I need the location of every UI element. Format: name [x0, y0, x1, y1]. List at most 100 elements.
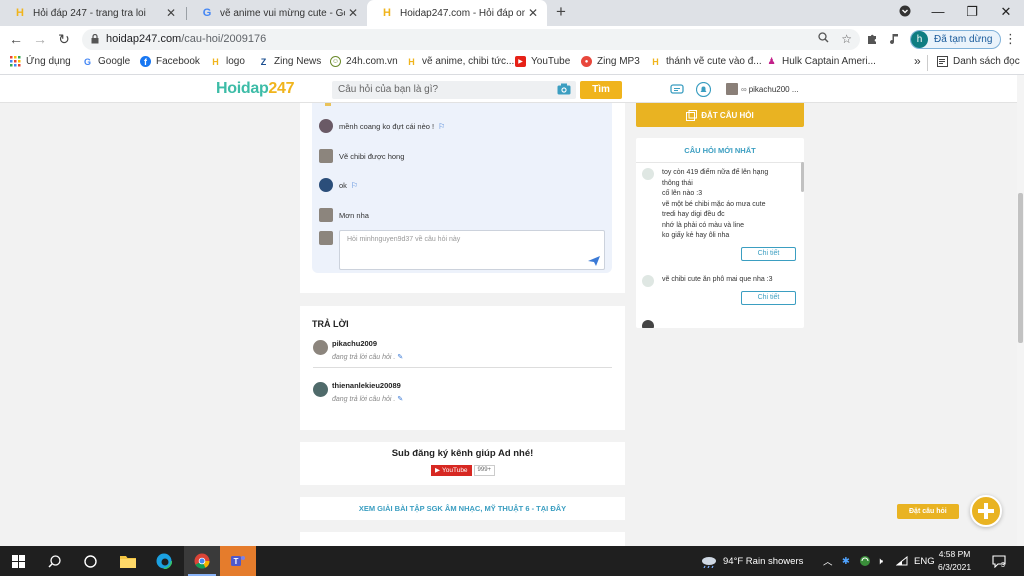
notification-center-button[interactable]: 3 — [992, 546, 1006, 576]
answerer-name[interactable]: pikachu2009 — [332, 339, 403, 348]
windows-logo-icon — [11, 554, 25, 568]
tab-search-icon[interactable] — [897, 5, 913, 20]
language-indicator[interactable]: ENG — [914, 546, 935, 576]
browser-tab-strip: H Hỏi đáp 247 - trang tra loi ✕ G vẽ ani… — [0, 0, 1024, 26]
zoom-search-icon[interactable] — [818, 32, 829, 46]
search-icon — [47, 554, 61, 568]
answer-status: đang trả lời câu hỏi . ✎ — [332, 396, 404, 403]
bookmark-label: Hulk Captain Ameri... — [782, 56, 876, 67]
bookmark-star-icon[interactable]: ☆ — [841, 32, 852, 46]
question-item[interactable]: toy còn 419 điểm nữa để lên hạng thông t… — [642, 168, 768, 242]
pencil-icon: ✎ — [397, 396, 404, 403]
tray-chevron-icon[interactable]: ︿ — [823, 546, 833, 576]
user-menu[interactable]: ∞ pikachu200 ... — [726, 83, 799, 95]
bookmark-24h[interactable]: ☺ 24h.com.vn — [330, 56, 398, 67]
browser-menu-icon[interactable]: ⋮ — [1004, 31, 1017, 47]
youtube-play-icon: ▶ — [435, 467, 440, 474]
page-scroll-thumb[interactable] — [1018, 193, 1023, 343]
answer-status: đang trả lời câu hỏi . ✎ — [332, 354, 404, 361]
close-tab-icon[interactable]: ✕ — [163, 6, 179, 20]
start-button[interactable] — [0, 546, 36, 576]
extensions-puzzle-icon[interactable] — [866, 33, 878, 48]
user-avatar — [726, 83, 738, 95]
bookmark-zing-mp3[interactable]: ● Zing MP3 — [581, 56, 640, 67]
media-control-icon[interactable] — [888, 33, 900, 48]
camera-icon[interactable] — [557, 83, 571, 95]
taskbar-clock[interactable]: 4:58 PM 6/3/2021 — [938, 548, 971, 574]
xem-giai-banner[interactable]: XEM GIẢI BÀI TẬP SGK ÂM NHẠC, MỸ THUẬT 6… — [300, 497, 625, 520]
messages-icon[interactable] — [670, 82, 685, 97]
comment-avatar — [319, 119, 333, 133]
bookmark-youtube[interactable]: ▶ YouTube — [515, 56, 570, 67]
comment-input[interactable]: Hỏi minhnguyen9d37 về câu hỏi này — [339, 230, 605, 270]
bookmark-ve-anime[interactable]: H vẽ anime, chibi tức... — [406, 56, 514, 67]
tab-hoidap-trang-tra-loi[interactable]: H Hỏi đáp 247 - trang tra loi ✕ — [0, 0, 185, 26]
close-window-icon[interactable]: ✕ — [998, 4, 1014, 20]
volume-icon[interactable]: 🕨 — [877, 546, 883, 576]
xem-giai-link[interactable]: XEM GIẢI BÀI TẬP SGK ÂM NHẠC, MỸ THUẬT 6… — [300, 504, 625, 513]
tab-google-search[interactable]: G vẽ anime vui mừng cute - Google ✕ — [187, 0, 367, 26]
comment-item: ok ⚐ — [319, 178, 358, 192]
taskbar-chrome[interactable] — [184, 546, 220, 576]
task-view-button[interactable] — [72, 546, 108, 576]
minimize-icon[interactable]: — — [930, 4, 946, 19]
new-tab-button[interactable]: + — [552, 3, 570, 21]
taskbar-teams[interactable]: T — [220, 546, 256, 576]
maximize-icon[interactable]: ❐ — [964, 4, 980, 20]
taskbar-file-explorer[interactable] — [110, 546, 146, 576]
bookmark-logo[interactable]: H logo — [210, 56, 245, 67]
panel-scrollbar[interactable] — [801, 162, 804, 192]
reload-icon[interactable]: ↻ — [56, 31, 72, 47]
report-flag-icon[interactable]: ⚐ — [438, 122, 445, 131]
comment-text: mềnh coang ko đựt cái nèo ! — [339, 121, 435, 131]
page-scrollbar[interactable] — [1017, 75, 1024, 546]
close-tab-icon[interactable]: ✕ — [345, 6, 361, 20]
hoidap-icon: H — [408, 56, 415, 67]
network-icon[interactable] — [896, 546, 908, 576]
weather-widget[interactable]: 94°F Rain showers — [700, 546, 803, 576]
bookmark-facebook[interactable]: f Facebook — [140, 56, 200, 67]
floating-add-button[interactable] — [970, 495, 1002, 527]
bookmark-label: logo — [226, 56, 245, 67]
profile-paused-button[interactable]: h Đã tạm dừng — [910, 30, 1002, 49]
profile-status-label: Đã tạm dừng — [934, 34, 993, 45]
hoidap-favicon-icon: H — [16, 7, 24, 19]
forward-arrow-icon[interactable]: → — [32, 31, 48, 47]
site-logo[interactable]: Hoidap247 — [216, 80, 295, 98]
bookmark-zing-news[interactable]: Z Zing News — [258, 56, 322, 67]
bookmark-apps[interactable]: Ứng dụng — [10, 56, 71, 67]
google-favicon-icon: G — [202, 7, 212, 19]
bookmark-thanh-ve-cute[interactable]: H thánh vẽ cute vào đ... — [650, 56, 761, 67]
send-icon[interactable] — [588, 256, 600, 266]
question-detail-button[interactable]: Chi tiết — [741, 291, 796, 305]
question-detail-button[interactable]: Chi tiết — [741, 247, 796, 261]
ask-question-button[interactable]: ĐẶT CÂU HỎI — [636, 103, 804, 127]
bluetooth-icon[interactable]: ✱ — [842, 546, 850, 576]
floating-ask-label[interactable]: Đặt câu hỏi — [897, 504, 959, 519]
reading-list[interactable]: Danh sách đọc — [937, 56, 1020, 67]
bookmark-google[interactable]: G Google — [82, 56, 130, 67]
bookmark-hulk[interactable]: ♟ Hulk Captain Ameri... — [766, 56, 876, 67]
tab-title: Hỏi đáp 247 - trang tra loi — [33, 7, 146, 19]
question-item[interactable]: vẽ chibi cute ăn phô mai que nha :3 — [642, 275, 773, 287]
youtube-subscribe-button[interactable]: ▶ YouTube 999+ — [431, 465, 496, 476]
answer-item: thienanlekieu20089 đang trả lời câu hỏi … — [313, 381, 403, 403]
back-arrow-icon[interactable]: ← — [8, 31, 24, 47]
notification-bell-icon[interactable] — [696, 82, 711, 97]
hoidap-icon: H — [652, 56, 659, 67]
tab-hoidap-online[interactable]: H Hoidap247.com - Hỏi đáp online ✕ — [367, 0, 547, 26]
taskbar-edge[interactable] — [146, 546, 182, 576]
close-tab-icon[interactable]: ✕ — [525, 6, 541, 20]
heading-divider — [636, 162, 804, 163]
question-search-input[interactable]: Câu hỏi của bạn là gì? — [332, 81, 576, 99]
subscribe-box: Sub đăng ký kênh giúp Ad nhé! ▶ YouTube 9… — [300, 442, 625, 485]
taskbar-search-button[interactable] — [36, 546, 72, 576]
clock-time: 4:58 PM — [938, 549, 971, 559]
report-flag-icon[interactable]: ⚐ — [351, 181, 358, 190]
address-bar[interactable]: hoidap247.com/cau-hoi/2009176 ☆ — [82, 29, 860, 50]
sync-icon[interactable] — [859, 546, 871, 576]
answerer-name[interactable]: thienanlekieu20089 — [332, 381, 403, 390]
search-button[interactable]: Tìm — [580, 81, 622, 99]
comment-item: mềnh coang ko đựt cái nèo ! ⚐ — [319, 119, 445, 133]
bookmark-overflow-icon[interactable]: » — [914, 54, 921, 68]
